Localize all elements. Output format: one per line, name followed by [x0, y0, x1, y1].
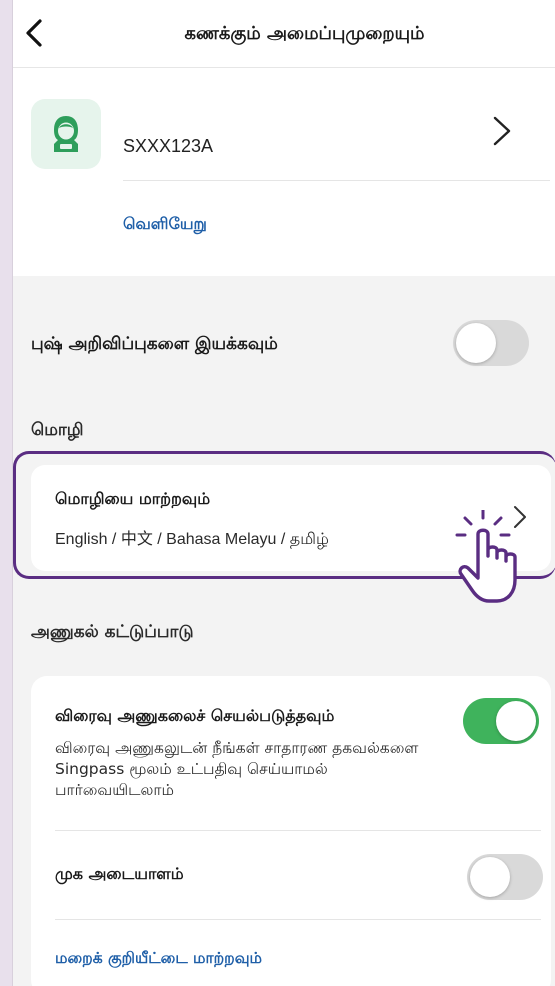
face-id-toggle[interactable]: [467, 854, 543, 900]
quick-access-toggle[interactable]: [463, 698, 539, 744]
avatar: [31, 99, 101, 169]
face-id-label: முக அடையாளம்: [55, 864, 184, 883]
chevron-right-icon[interactable]: [487, 114, 515, 148]
user-avatar-icon: [54, 116, 78, 152]
account-section: SXXX123A வெளியேறு: [13, 68, 555, 276]
divider: [123, 180, 550, 181]
push-notifications-toggle[interactable]: [453, 320, 529, 366]
chevron-right-icon: [514, 506, 526, 528]
change-passcode-link[interactable]: மறைக் குறியீட்டை மாற்றவும்: [55, 949, 262, 969]
toggle-knob: [496, 701, 536, 741]
push-notifications-label: புஷ் அறிவிப்புகளை இயக்கவும்: [31, 334, 278, 354]
app-screen: கணக்கும் அமைப்புமுறையும் SXXX123A வெளியே…: [12, 0, 555, 986]
change-language-card[interactable]: மொழியை மாற்றவும் English / 中文 / Bahasa M…: [31, 465, 551, 571]
back-button[interactable]: [17, 14, 51, 52]
user-id-text: SXXX123A: [123, 136, 214, 156]
language-section-label: மொழி: [31, 420, 84, 440]
change-language-title: மொழியை மாற்றவும்: [55, 489, 211, 508]
divider: [55, 830, 541, 831]
divider: [55, 919, 541, 920]
top-bar: கணக்கும் அமைப்புமுறையும்: [13, 0, 555, 68]
language-options-text: English / 中文 / Bahasa Melayu / தமிழ்: [55, 531, 329, 548]
page-title: கணக்கும் அமைப்புமுறையும்: [184, 22, 425, 44]
back-chevron-icon: [26, 19, 42, 47]
quick-access-description: விரைவு அணுகலுடன் நீங்கள் சாதாரண தகவல்களை…: [55, 739, 419, 799]
quick-access-title: விரைவு அணுகலைச் செயல்படுத்தவும்: [55, 706, 335, 725]
logout-link[interactable]: வெளியேறு: [123, 214, 207, 235]
toggle-knob: [470, 857, 510, 897]
push-notifications-row: புஷ் அறிவிப்புகளை இயக்கவும்: [13, 310, 555, 380]
access-control-card: விரைவு அணுகலைச் செயல்படுத்தவும் விரைவு அ…: [31, 676, 551, 986]
toggle-knob: [456, 323, 496, 363]
access-control-section-label: அணுகல் கட்டுப்பாடு: [31, 622, 194, 642]
